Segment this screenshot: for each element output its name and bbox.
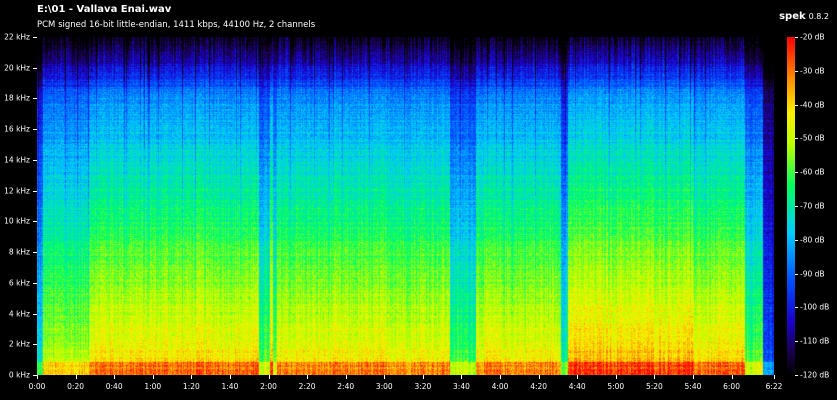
time-tick (191, 375, 193, 379)
time-axis-label: 0:20 (67, 382, 84, 391)
time-tick (345, 375, 347, 379)
time-tick (75, 375, 77, 379)
db-tick (795, 239, 798, 241)
time-axis-label: 0:40 (105, 382, 123, 391)
freq-tick (33, 159, 37, 161)
freq-tick (33, 221, 37, 223)
freq-axis-label: 0 kHz (8, 370, 30, 380)
db-tick (795, 37, 798, 38)
db-tick (795, 307, 798, 309)
db-tick (795, 341, 798, 343)
freq-tick (33, 98, 37, 100)
time-axis-label: 4:20 (530, 382, 548, 391)
time-tick (268, 375, 270, 379)
freq-tick (33, 129, 37, 131)
db-color-scale (787, 37, 795, 375)
freq-tick (33, 282, 37, 284)
db-scale-label: -20 dB (800, 32, 825, 42)
freq-axis-label: 20 kHz (4, 63, 30, 73)
freq-axis-label: 16 kHz (4, 124, 30, 134)
time-tick (731, 375, 733, 379)
spectrogram-view[interactable] (37, 37, 774, 375)
time-axis-label: 3:00 (375, 382, 393, 391)
time-axis-label: 6:22 (765, 382, 783, 391)
time-tick (229, 375, 231, 379)
db-scale-label: -80 dB (800, 235, 825, 245)
db-tick (795, 104, 798, 106)
freq-tick (33, 37, 37, 38)
freq-tick (33, 313, 37, 315)
time-axis-label: 2:20 (298, 382, 316, 391)
app-brand: spek 0.8.2 (779, 4, 829, 23)
db-scale-label: -100 dB (800, 302, 830, 312)
freq-tick (33, 190, 37, 192)
freq-tick (33, 252, 37, 254)
time-tick (774, 375, 775, 379)
time-axis-label: 6:00 (723, 382, 740, 391)
db-tick (795, 273, 798, 275)
time-axis-label: 4:40 (568, 382, 586, 391)
time-axis-label: 1:20 (182, 382, 200, 391)
db-scale-label: -50 dB (800, 133, 825, 143)
db-scale-label: -30 dB (800, 66, 825, 76)
time-axis-label: 5:00 (607, 382, 625, 391)
file-title: E:\01 - Vallava Enai.wav (37, 4, 172, 15)
db-tick (795, 138, 798, 140)
db-tick (795, 172, 798, 174)
time-axis-label: 3:40 (453, 382, 470, 391)
time-tick (500, 375, 502, 379)
time-axis-label: 1:40 (221, 382, 239, 391)
time-axis-label: 5:40 (684, 382, 702, 391)
time-tick (307, 375, 309, 379)
db-tick (795, 206, 798, 207)
freq-axis-label: 22 kHz (4, 32, 30, 42)
freq-axis-label: 14 kHz (4, 155, 30, 165)
time-axis-label: 3:20 (414, 382, 432, 391)
time-tick (152, 375, 154, 379)
app-name: spek (779, 11, 806, 22)
time-tick (461, 375, 463, 379)
time-axis-label: 4:00 (491, 382, 509, 391)
db-scale-label: -90 dB (800, 269, 825, 279)
freq-axis-label: 8 kHz (8, 247, 30, 257)
file-info: PCM signed 16-bit little-endian, 1411 kb… (37, 20, 316, 30)
time-tick (422, 375, 424, 379)
db-tick (795, 70, 798, 72)
freq-tick (33, 344, 37, 346)
time-tick (37, 375, 38, 379)
time-axis-label: 0:00 (28, 382, 46, 391)
freq-axis-label: 10 kHz (4, 216, 30, 226)
time-axis-label: 2:00 (260, 382, 277, 391)
db-tick (795, 375, 798, 376)
time-tick (114, 375, 116, 379)
freq-axis-label: 18 kHz (4, 93, 30, 103)
db-scale-label: -110 dB (800, 336, 830, 346)
app-version: 0.8.2 (808, 12, 829, 21)
freq-axis-label: 4 kHz (8, 309, 30, 319)
freq-axis-label: 6 kHz (8, 278, 30, 288)
db-scale-label: -60 dB (800, 167, 825, 177)
time-axis-label: 1:00 (144, 382, 162, 391)
freq-axis-label: 2 kHz (8, 339, 30, 349)
db-scale-label: -40 dB (800, 100, 825, 110)
time-tick (654, 375, 656, 379)
time-tick (577, 375, 579, 379)
freq-axis-label: 12 kHz (4, 186, 30, 196)
time-tick (692, 375, 694, 379)
freq-tick (33, 67, 37, 69)
db-scale-label: -120 dB (800, 370, 830, 380)
time-axis-label: 2:40 (337, 382, 355, 391)
time-tick (384, 375, 386, 379)
time-tick (538, 375, 540, 379)
db-scale-label: -70 dB (800, 201, 825, 211)
time-axis-label: 5:20 (645, 382, 663, 391)
time-tick (615, 375, 617, 379)
